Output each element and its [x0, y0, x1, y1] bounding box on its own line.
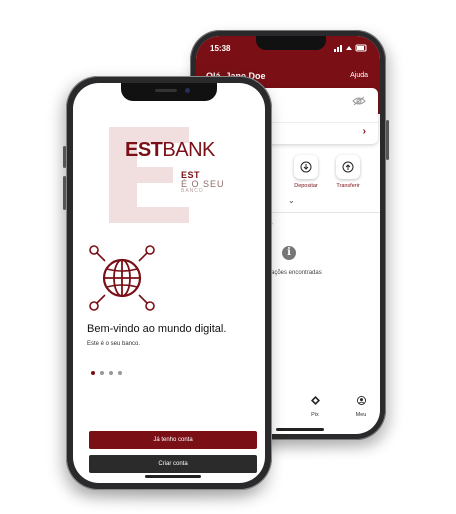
tagline-banco: BANCO [181, 188, 204, 194]
front-phone: ESTBANK EST É O SEU BANCO Bem-vindo ao m… [63, 76, 272, 490]
notch [256, 36, 326, 50]
globe-network-icon [89, 245, 155, 311]
user-icon [356, 396, 366, 405]
download-icon [300, 161, 312, 173]
login-button[interactable]: Já tenho conta [89, 431, 257, 449]
onboarding-pagination [91, 371, 122, 375]
page-dot[interactable] [109, 371, 113, 375]
front-phone-volume-button [63, 176, 66, 210]
notch [121, 83, 217, 101]
tab-label: Meu [355, 412, 367, 418]
action-label: Depositar [294, 183, 318, 189]
chevron-down-icon[interactable]: ⌄ [288, 196, 295, 205]
signal-wifi-battery-icon [334, 44, 367, 52]
home-indicator [145, 475, 201, 478]
help-link[interactable]: Ajuda [350, 72, 368, 79]
logo-bank: BANK [162, 139, 215, 161]
logo-est: EST [125, 139, 163, 161]
eye-off-icon[interactable] [352, 96, 366, 106]
info-icon: i [282, 246, 296, 260]
estbank-logo: ESTBANK [125, 139, 215, 162]
page-dot-active[interactable] [91, 371, 95, 375]
front-phone-side-button [63, 146, 66, 168]
tab-pix[interactable]: Pix [300, 392, 330, 418]
back-phone-side-button [386, 120, 389, 160]
status-time: 15:38 [210, 44, 231, 53]
pix-icon [310, 396, 320, 405]
tab-me[interactable]: Meu [346, 392, 376, 418]
home-indicator [276, 428, 324, 431]
digital-globe-illustration [87, 243, 157, 313]
upload-icon [342, 161, 354, 173]
page-dot[interactable] [100, 371, 104, 375]
brand-tagline: EST É O SEU BANCO [181, 171, 241, 194]
page-dot[interactable] [118, 371, 122, 375]
action-transfer[interactable]: Transferir [328, 155, 368, 189]
tab-label: Pix [311, 412, 319, 418]
action-deposit[interactable]: Depositar [286, 155, 326, 189]
empty-transactions-text: sações encontradas [268, 270, 322, 276]
welcome-title: Bem-vindo ao mundo digital. [87, 323, 227, 335]
welcome-subtitle: Este é o seu banco. [87, 341, 141, 347]
front-phone-screen: ESTBANK EST É O SEU BANCO Bem-vindo ao m… [73, 83, 265, 483]
status-icons [334, 44, 368, 54]
chevron-right-icon[interactable]: › [363, 126, 366, 137]
create-account-button[interactable]: Criar conta [89, 455, 257, 473]
action-label: Transferir [336, 183, 360, 189]
